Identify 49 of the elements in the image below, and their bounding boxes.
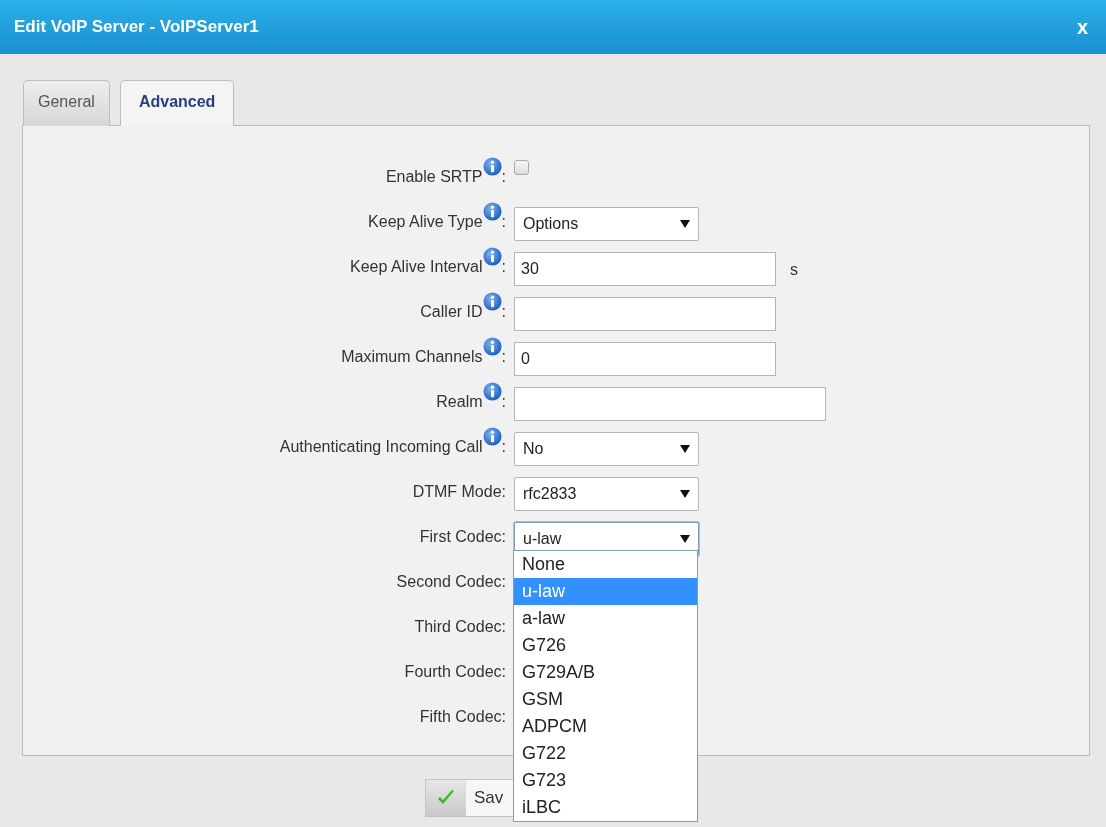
caret-icon [680, 490, 690, 498]
dropdown-option[interactable]: G726 [514, 632, 697, 659]
colon: : [501, 257, 506, 277]
colon: : [501, 437, 506, 457]
field-label: Second Codec: [396, 572, 506, 592]
info-icon[interactable] [482, 427, 502, 446]
caret-icon [680, 445, 690, 453]
field-label: Keep Alive Interval [350, 257, 483, 277]
info-icon[interactable] [482, 202, 502, 221]
input-field[interactable]: 0 [514, 342, 776, 376]
info-icon[interactable] [482, 157, 502, 176]
field-label: Authenticating Incoming Call [279, 437, 483, 457]
dropdown-option[interactable]: GSM [514, 686, 697, 713]
colon: : [501, 302, 506, 322]
input-field[interactable] [514, 387, 826, 421]
select-field[interactable]: No [514, 432, 699, 466]
info-icon[interactable] [482, 292, 502, 311]
field-label: Fourth Codec: [404, 662, 506, 682]
colon: : [501, 212, 506, 232]
colon: : [501, 167, 506, 187]
input-field[interactable]: 30 [514, 252, 776, 286]
window-title: Edit VoIP Server - VoIPServer1 [14, 16, 259, 39]
info-icon[interactable] [482, 337, 502, 356]
colon: : [501, 347, 506, 367]
dropdown-option[interactable]: G722 [514, 740, 697, 767]
field-label: Third Codec: [414, 617, 506, 637]
field-label: Fifth Codec: [419, 707, 506, 727]
info-icon[interactable] [482, 247, 502, 266]
checkbox[interactable] [514, 160, 529, 175]
caret-icon [680, 535, 690, 543]
select-field[interactable]: rfc2833 [514, 477, 699, 511]
field-label: Enable SRTP [385, 167, 483, 187]
field-label: Keep Alive Type [368, 212, 483, 232]
tab[interactable]: Advanced [119, 80, 235, 126]
field-label: Caller ID [420, 302, 483, 322]
select-field[interactable]: Options [514, 207, 699, 241]
dropdown-option[interactable]: G729A/B [514, 659, 697, 686]
field-label: Realm [436, 392, 483, 412]
input-field[interactable] [514, 297, 776, 331]
field-label: Maximum Channels [341, 347, 483, 367]
colon: : [501, 392, 506, 412]
unit-label: s [789, 260, 798, 280]
info-icon[interactable] [482, 382, 502, 401]
tab[interactable]: General [23, 80, 110, 126]
dropdown-option[interactable]: ADPCM [514, 713, 697, 740]
field-label: First Codec: [419, 527, 506, 547]
caret-icon [680, 220, 690, 228]
field-label: DTMF Mode: [412, 482, 506, 502]
dropdown-option[interactable]: a-law [514, 605, 697, 632]
